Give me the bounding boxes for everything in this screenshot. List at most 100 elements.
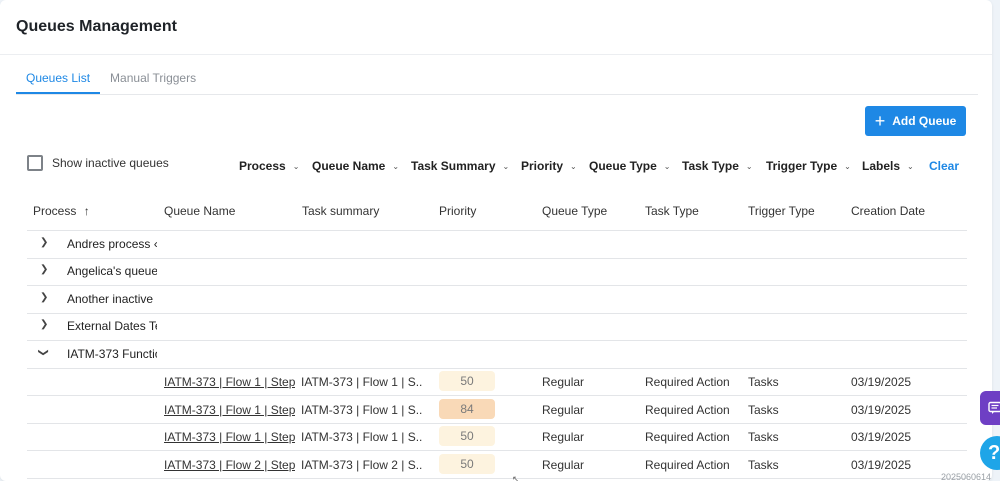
queue-name-link[interactable]: IATM-373 | Flow 1 | Step	[164, 375, 295, 389]
priority-badge: 50	[439, 426, 495, 446]
table-row[interactable]: IATM-373 | Flow 2 | Step IATM-373 | Flow…	[27, 451, 967, 478]
task-summary-cell: IATM-373 | Flow 1 | S...	[301, 430, 423, 444]
group-row[interactable]: ❯ Another inactive	[27, 286, 967, 313]
group-row[interactable]: ❯ Andres process ‹	[27, 231, 967, 258]
filter-trigger-type[interactable]: Trigger Type ⌄	[766, 159, 851, 173]
chevron-down-icon: ⌄	[392, 161, 400, 171]
mouse-cursor-icon: ↖	[512, 474, 520, 481]
column-header-trigger-type[interactable]: Trigger Type	[748, 204, 815, 218]
chat-icon	[988, 401, 1000, 414]
priority-badge: 50	[439, 371, 495, 391]
filter-priority[interactable]: Priority ⌄	[521, 159, 577, 173]
trigger-type-cell: Tasks	[748, 403, 779, 417]
chevron-right-icon[interactable]: ❯	[40, 237, 48, 248]
column-header-creation-date[interactable]: Creation Date	[851, 204, 925, 218]
chevron-right-icon[interactable]: ❯	[40, 264, 48, 275]
priority-badge: 50	[439, 454, 495, 474]
queue-type-cell: Regular	[542, 375, 585, 389]
group-row[interactable]: ❯ External Dates Te	[27, 313, 967, 340]
filter-labels[interactable]: Labels ⌄	[862, 159, 914, 173]
group-name: Angelica's queue	[67, 264, 157, 278]
filter-queue-type[interactable]: Queue Type ⌄	[589, 159, 671, 173]
chat-button[interactable]	[980, 391, 1000, 425]
chevron-down-icon: ⌄	[570, 161, 577, 171]
queue-type-cell: Regular	[542, 403, 585, 417]
chevron-down-icon: ⌄	[907, 161, 914, 171]
sort-arrow-icon: ↑	[83, 204, 90, 218]
filter-task-type[interactable]: Task Type ⌄	[682, 159, 753, 173]
group-name: Andres process ‹	[67, 237, 157, 251]
show-inactive-toggle: Show inactive queues	[27, 155, 169, 171]
filter-label: Queue Name	[312, 159, 386, 173]
queue-type-cell: Regular	[542, 458, 585, 472]
trigger-type-cell: Tasks	[748, 430, 779, 444]
task-type-cell: Required Action	[645, 375, 730, 389]
row-divider	[27, 478, 967, 479]
queue-name-link[interactable]: IATM-373 | Flow 1 | Step	[164, 403, 295, 417]
queues-card: Queues Management Queues List Manual Tri…	[0, 0, 992, 481]
queue-name-link[interactable]: IATM-373 | Flow 1 | Step	[164, 430, 295, 444]
task-summary-cell: IATM-373 | Flow 1 | S...	[301, 375, 423, 389]
table-row[interactable]: IATM-373 | Flow 1 | Step IATM-373 | Flow…	[27, 423, 967, 450]
priority-badge: 84	[439, 399, 495, 419]
chevron-right-icon[interactable]: ❯	[40, 319, 48, 330]
filter-task-summary[interactable]: Task Summary ⌄	[411, 159, 509, 173]
version-label: 2025060614	[941, 472, 992, 481]
trigger-type-cell: Tasks	[748, 375, 779, 389]
creation-date-cell: 03/19/2025	[851, 430, 912, 444]
group-name: Another inactive	[67, 292, 154, 306]
column-header-task-type[interactable]: Task Type	[645, 204, 699, 218]
add-queue-label: Add Queue	[892, 114, 957, 128]
column-header-process[interactable]: Process ↑	[33, 204, 90, 218]
group-name: IATM-373 Functio	[67, 347, 157, 361]
column-header-label: Process	[33, 204, 77, 218]
task-summary-cell: IATM-373 | Flow 1 | S...	[301, 403, 423, 417]
column-header-queue-name[interactable]: Queue Name	[164, 204, 235, 218]
chevron-down-icon: ⌄	[292, 161, 300, 171]
plus-icon: +	[874, 111, 886, 131]
tab-manual-triggers[interactable]: Manual Triggers	[100, 62, 206, 94]
task-type-cell: Required Action	[645, 403, 730, 417]
filter-label: Process	[239, 159, 286, 173]
chevron-down-icon: ⌄	[844, 161, 851, 171]
tab-queues-list[interactable]: Queues List	[16, 62, 101, 94]
queue-type-cell: Regular	[542, 430, 585, 444]
creation-date-cell: 03/19/2025	[851, 458, 912, 472]
task-type-cell: Required Action	[645, 458, 730, 472]
table-row[interactable]: IATM-373 | Flow 1 | Step IATM-373 | Flow…	[27, 368, 967, 395]
filter-label: Task Type	[682, 159, 739, 173]
chevron-down-icon: ⌄	[663, 161, 671, 171]
filter-label: Trigger Type	[766, 159, 838, 173]
chevron-right-icon[interactable]: ❯	[40, 292, 48, 303]
filter-process[interactable]: Process ⌄	[239, 159, 299, 173]
column-header-task-summary[interactable]: Task summary	[302, 204, 379, 218]
page-title: Queues Management	[16, 18, 177, 35]
queue-name-link[interactable]: IATM-373 | Flow 2 | Step	[164, 458, 295, 472]
task-type-cell: Required Action	[645, 430, 730, 444]
tabs-divider	[16, 94, 978, 95]
chevron-down-icon[interactable]: ❯	[38, 348, 49, 356]
creation-date-cell: 03/19/2025	[851, 403, 912, 417]
group-name: External Dates Te	[67, 319, 157, 333]
task-summary-cell: IATM-373 | Flow 2 | S...	[301, 458, 423, 472]
filter-label: Task Summary	[411, 159, 496, 173]
column-header-queue-type[interactable]: Queue Type	[542, 204, 607, 218]
add-queue-button[interactable]: + Add Queue	[865, 106, 966, 136]
header-divider	[0, 54, 992, 55]
chevron-down-icon: ⌄	[745, 161, 753, 171]
group-row-expanded[interactable]: ❯ IATM-373 Functio	[27, 341, 967, 368]
show-inactive-checkbox[interactable]	[27, 155, 43, 171]
filter-label: Priority	[521, 159, 564, 173]
filter-label: Queue Type	[589, 159, 657, 173]
filter-label: Labels	[862, 159, 901, 173]
column-header-priority[interactable]: Priority	[439, 204, 476, 218]
creation-date-cell: 03/19/2025	[851, 375, 912, 389]
group-row[interactable]: ❯ Angelica's queue	[27, 258, 967, 285]
show-inactive-label: Show inactive queues	[52, 156, 169, 170]
chevron-down-icon: ⌄	[502, 161, 510, 171]
help-icon: ?	[988, 441, 1000, 464]
filter-queue-name[interactable]: Queue Name ⌄	[312, 159, 399, 173]
table-row[interactable]: IATM-373 | Flow 1 | Step IATM-373 | Flow…	[27, 396, 967, 423]
clear-filters-button[interactable]: Clear	[929, 159, 959, 173]
trigger-type-cell: Tasks	[748, 458, 779, 472]
